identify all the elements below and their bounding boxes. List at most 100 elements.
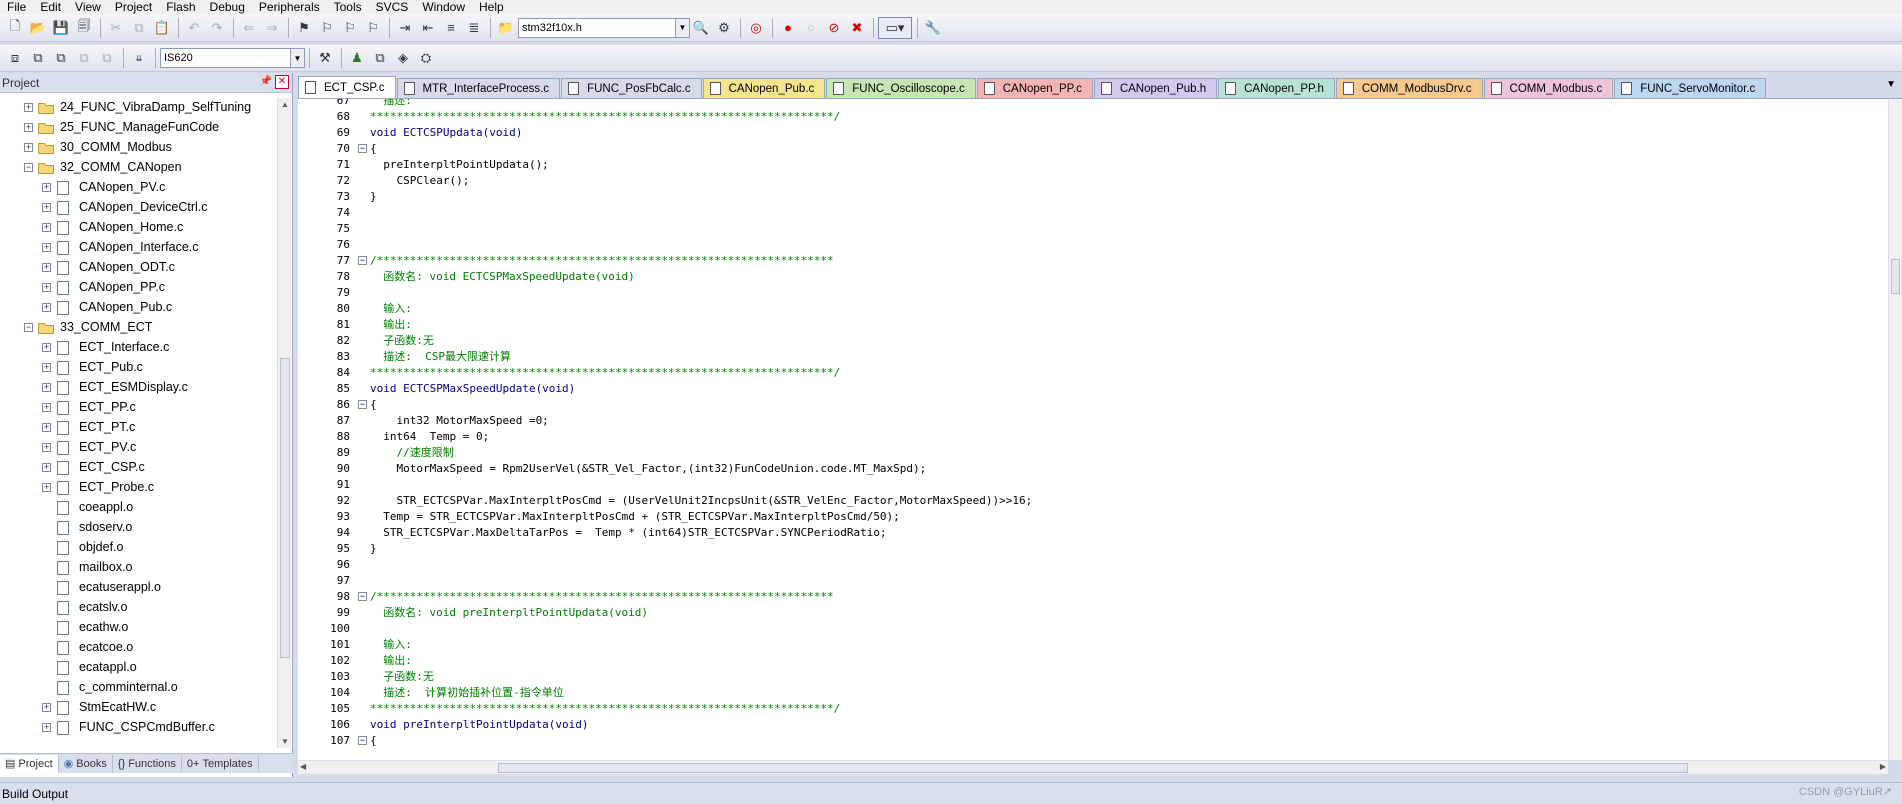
tree-item[interactable]: + CANopen_Pub.c [0, 298, 277, 318]
tab-mtr-interfaceprocess-c[interactable]: MTR_InterfaceProcess.c [396, 78, 561, 98]
code-editor[interactable]: 67 描述: 68 ********************************… [298, 98, 1902, 760]
tab-canopen-pub-h[interactable]: CANopen_Pub.h [1093, 78, 1218, 98]
expand-icon[interactable]: + [42, 383, 51, 392]
menu-view[interactable]: View [68, 0, 108, 14]
undo-icon[interactable]: ↶ [183, 17, 205, 39]
expand-icon[interactable]: + [42, 483, 51, 492]
collapse-icon[interactable]: − [24, 323, 33, 332]
fold-icon[interactable]: − [358, 400, 367, 409]
uncomment-icon[interactable]: ≣ [463, 17, 485, 39]
cut-icon[interactable]: ✂ [105, 17, 127, 39]
tab-books[interactable]: ◉ Books [59, 754, 113, 773]
save-all-icon[interactable]: 🗐 [73, 17, 95, 39]
tab-canopen-pp-c[interactable]: CANopen_PP.c [976, 78, 1093, 98]
expand-icon[interactable]: + [42, 283, 51, 292]
menu-svcs[interactable]: SVCS [369, 0, 416, 14]
tab-list-icon[interactable]: ▼ [1886, 79, 1896, 90]
expand-icon[interactable]: + [24, 103, 33, 112]
pin-icon[interactable]: 📌 [260, 76, 272, 87]
menu-help[interactable]: Help [472, 0, 511, 14]
save-icon[interactable]: 💾 [50, 17, 72, 39]
project-tree-scrollbar[interactable]: ▲ ▼ [277, 98, 291, 748]
tree-item[interactable]: + ECT_Interface.c [0, 338, 277, 358]
disable-breakpoint-icon[interactable]: ○ [800, 17, 822, 39]
tab-func-posfbcalc-c[interactable]: FUNC_PosFbCalc.c [561, 78, 702, 98]
scrollbar-thumb[interactable] [1891, 259, 1900, 294]
navigate-back-icon[interactable]: ⇐ [238, 17, 260, 39]
download-icon[interactable]: ⇊ [128, 47, 150, 69]
manage-project-items-icon[interactable]: ♟ [346, 47, 368, 69]
redo-icon[interactable]: ↷ [206, 17, 228, 39]
tree-item[interactable]: + ECT_PT.c [0, 418, 277, 438]
menu-tools[interactable]: Tools [327, 0, 369, 14]
navigate-forward-icon[interactable]: ⇒ [261, 17, 283, 39]
tree-item[interactable]: − 33_COMM_ECT [0, 318, 277, 338]
expand-icon[interactable]: + [42, 203, 51, 212]
tab-func-oscilloscope-c[interactable]: FUNC_Oscilloscope.c [826, 78, 976, 98]
tab-comm-modbusdrv-c[interactable]: COMM_ModbusDrv.c [1335, 78, 1483, 98]
tree-item[interactable]: objdef.o [0, 538, 277, 558]
tree-item[interactable]: ecatslv.o [0, 598, 277, 618]
expand-icon[interactable]: + [42, 463, 51, 472]
editor-horizontal-scrollbar[interactable]: ◀ ▶ [298, 760, 1888, 774]
tree-item[interactable]: mailbox.o [0, 558, 277, 578]
scrollbar-thumb[interactable] [280, 358, 290, 658]
tab-comm-modbus-c[interactable]: COMM_Modbus.c [1483, 78, 1614, 98]
tree-item[interactable]: +30_COMM_Modbus [0, 138, 277, 158]
copy-icon[interactable]: ⧉ [128, 17, 150, 39]
tree-item[interactable]: coeappl.o [0, 498, 277, 518]
tree-item[interactable]: − 32_COMM_CANopen [0, 158, 277, 178]
tab-project[interactable]: ▤ Project [0, 754, 59, 773]
tree-item[interactable]: + CANopen_DeviceCtrl.c [0, 198, 277, 218]
indent-icon[interactable]: ⇥ [394, 17, 416, 39]
next-bookmark-icon[interactable]: ⚐ [339, 17, 361, 39]
menu-flash[interactable]: Flash [159, 0, 202, 14]
build-output-bar[interactable]: Build Output [0, 782, 1902, 804]
tree-item[interactable]: + ECT_CSP.c [0, 458, 277, 478]
translate-icon[interactable]: ⧈ [4, 47, 26, 69]
menu-window[interactable]: Window [415, 0, 472, 14]
tree-item[interactable]: + CANopen_ODT.c [0, 258, 277, 278]
manage-run-time-icon[interactable]: ⛭ [415, 47, 437, 69]
tree-item[interactable]: + CANopen_PV.c [0, 178, 277, 198]
tab-canopen-pub-c[interactable]: CANopen_Pub.c [702, 78, 826, 98]
tree-item[interactable]: ecatappl.o [0, 658, 277, 678]
expand-icon[interactable]: + [42, 343, 51, 352]
expand-icon[interactable]: + [42, 363, 51, 372]
find-combo[interactable]: stm32f10x.h ▼ [518, 17, 690, 38]
select-packs-icon[interactable]: ◈ [392, 47, 414, 69]
menu-project[interactable]: Project [108, 0, 159, 14]
scroll-down-icon[interactable]: ▼ [281, 737, 289, 746]
tab-templates[interactable]: 0+ Templates [182, 754, 259, 773]
menu-edit[interactable]: Edit [33, 0, 68, 14]
target-options-icon[interactable]: ⚒ [314, 47, 336, 69]
tab-ect-csp-c[interactable]: ECT_CSP.c [298, 76, 396, 98]
configure-icon[interactable]: 🔧 [922, 17, 944, 39]
expand-icon[interactable]: + [42, 403, 51, 412]
target-select[interactable]: IS620 ▼ [160, 48, 305, 68]
bookmark-icon[interactable]: ⚑ [293, 17, 315, 39]
expand-icon[interactable]: + [42, 223, 51, 232]
tree-item[interactable]: + CANopen_PP.c [0, 278, 277, 298]
tree-item[interactable]: + CANopen_Interface.c [0, 238, 277, 258]
tab-functions[interactable]: {} Functions [113, 754, 182, 773]
kill-all-breakpoints-icon[interactable]: ✖ [846, 17, 868, 39]
fold-icon[interactable]: − [358, 256, 367, 265]
tree-item[interactable]: c_comminternal.o [0, 678, 277, 698]
fold-icon[interactable]: − [358, 144, 367, 153]
expand-icon[interactable]: + [42, 263, 51, 272]
expand-icon[interactable]: + [42, 243, 51, 252]
menu-file[interactable]: File [0, 0, 33, 14]
fold-icon[interactable]: − [358, 736, 367, 745]
expand-icon[interactable]: + [42, 303, 51, 312]
rebuild-icon[interactable]: ⧉ [50, 47, 72, 69]
scroll-left-icon[interactable]: ◀ [300, 762, 306, 771]
fold-icon[interactable]: − [358, 592, 367, 601]
new-file-icon[interactable]: 🗋 [4, 17, 26, 39]
tree-item[interactable]: + ECT_PP.c [0, 398, 277, 418]
comment-icon[interactable]: ≡ [440, 17, 462, 39]
chevron-down-icon[interactable]: ▼ [290, 49, 304, 67]
window-layout-icon[interactable]: ▭▾ [878, 16, 912, 39]
tree-item[interactable]: sdoserv.o [0, 518, 277, 538]
disable-all-breakpoints-icon[interactable]: ⊘ [823, 17, 845, 39]
